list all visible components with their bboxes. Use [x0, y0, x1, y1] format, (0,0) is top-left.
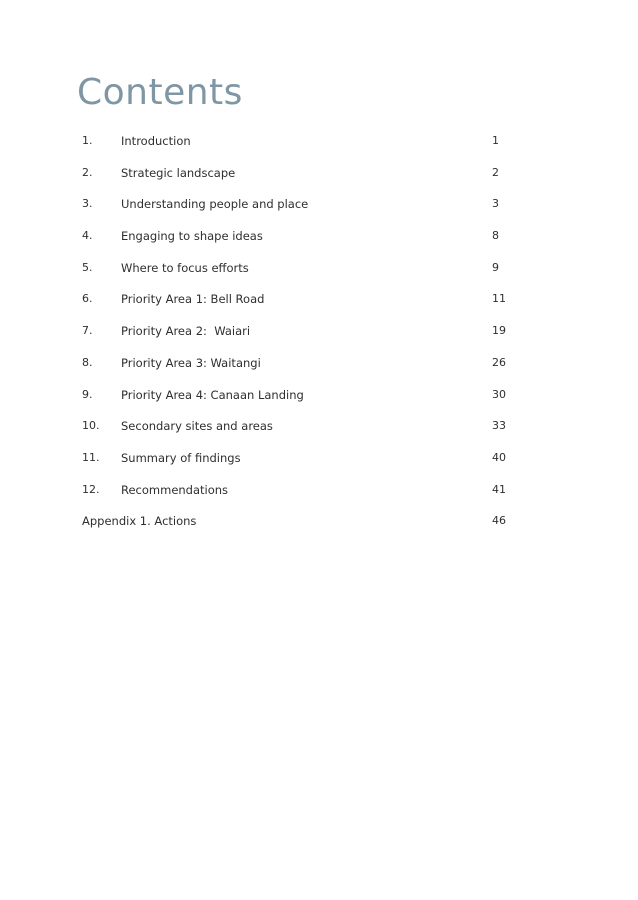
toc-entry-label[interactable]: Where to focus efforts [121, 258, 249, 278]
toc-entry-number: 12. [82, 482, 100, 496]
toc-entry-priority-area-4[interactable]: 9. Priority Area 4: Canaan Landing 30 [82, 385, 512, 417]
toc-entry-number: 11. [82, 450, 100, 464]
toc-entry-page: 8 [492, 229, 499, 243]
toc-entry-label[interactable]: Priority Area 4: Canaan Landing [121, 385, 304, 405]
toc-entry-number: 3. [82, 197, 93, 211]
toc-entry-number: 8. [82, 355, 93, 369]
page-title: Contents [77, 72, 243, 113]
toc-entry-page: 1 [492, 134, 499, 147]
toc-entry-label[interactable]: Recommendations [121, 480, 228, 500]
toc-entry-page: 30 [492, 387, 506, 401]
toc-entry-number: 4. [82, 229, 93, 243]
toc-entry-summary-of-findings[interactable]: 11. Summary of findings 40 [82, 448, 512, 480]
toc-entry-page: 33 [492, 419, 506, 433]
toc-entry-introduction[interactable]: 1. Introduction 1 [82, 131, 512, 163]
toc-entry-priority-area-2[interactable]: 7. Priority Area 2: Waiari 19 [82, 321, 512, 353]
toc-entry-number: 7. [82, 324, 93, 338]
toc-entry-understanding-people-and-place[interactable]: 3. Understanding people and place 3 [82, 194, 512, 226]
toc-entry-page: 3 [492, 197, 499, 211]
toc-entry-engaging-to-shape-ideas[interactable]: 4. Engaging to shape ideas 8 [82, 226, 512, 258]
toc-entry-appendix-1[interactable]: Appendix 1. Actions 46 [82, 511, 512, 543]
toc-entry-number: 6. [82, 292, 93, 306]
toc-entry-label[interactable]: Understanding people and place [121, 194, 308, 214]
toc-entry-number: 10. [82, 419, 100, 433]
toc-entry-label[interactable]: Priority Area 3: Waitangi [121, 353, 261, 373]
toc-entry-page: 9 [492, 260, 499, 274]
toc-entry-number: 5. [82, 260, 93, 274]
toc-entry-label[interactable]: Engaging to shape ideas [121, 226, 263, 246]
toc-entry-number: 2. [82, 165, 93, 179]
toc-entry-where-to-focus-efforts[interactable]: 5. Where to focus efforts 9 [82, 258, 512, 290]
table-of-contents: 1. Introduction 1 2. Strategic landscape… [82, 131, 512, 543]
toc-entry-strategic-landscape[interactable]: 2. Strategic landscape 2 [82, 163, 512, 195]
toc-entry-page: 46 [492, 514, 506, 528]
toc-entry-label[interactable]: Summary of findings [121, 448, 241, 468]
toc-entry-number: 1. [82, 134, 93, 147]
toc-entry-number: 9. [82, 387, 93, 401]
toc-entry-page: 41 [492, 482, 506, 496]
toc-entry-page: 40 [492, 450, 506, 464]
toc-entry-label[interactable]: Introduction [121, 131, 191, 151]
toc-entry-label[interactable]: Appendix 1. Actions [82, 511, 196, 531]
toc-entry-page: 26 [492, 355, 506, 369]
toc-entry-page: 11 [492, 292, 506, 306]
toc-entry-page: 2 [492, 165, 499, 179]
toc-entry-page: 19 [492, 324, 506, 338]
toc-entry-recommendations[interactable]: 12. Recommendations 41 [82, 480, 512, 512]
toc-entry-label[interactable]: Priority Area 2: Waiari [121, 321, 250, 341]
toc-entry-priority-area-3[interactable]: 8. Priority Area 3: Waitangi 26 [82, 353, 512, 385]
toc-entry-secondary-sites[interactable]: 10. Secondary sites and areas 33 [82, 416, 512, 448]
toc-entry-priority-area-1[interactable]: 6. Priority Area 1: Bell Road 11 [82, 289, 512, 321]
toc-entry-label[interactable]: Secondary sites and areas [121, 416, 273, 436]
toc-entry-label[interactable]: Strategic landscape [121, 163, 235, 183]
toc-entry-label[interactable]: Priority Area 1: Bell Road [121, 289, 264, 309]
